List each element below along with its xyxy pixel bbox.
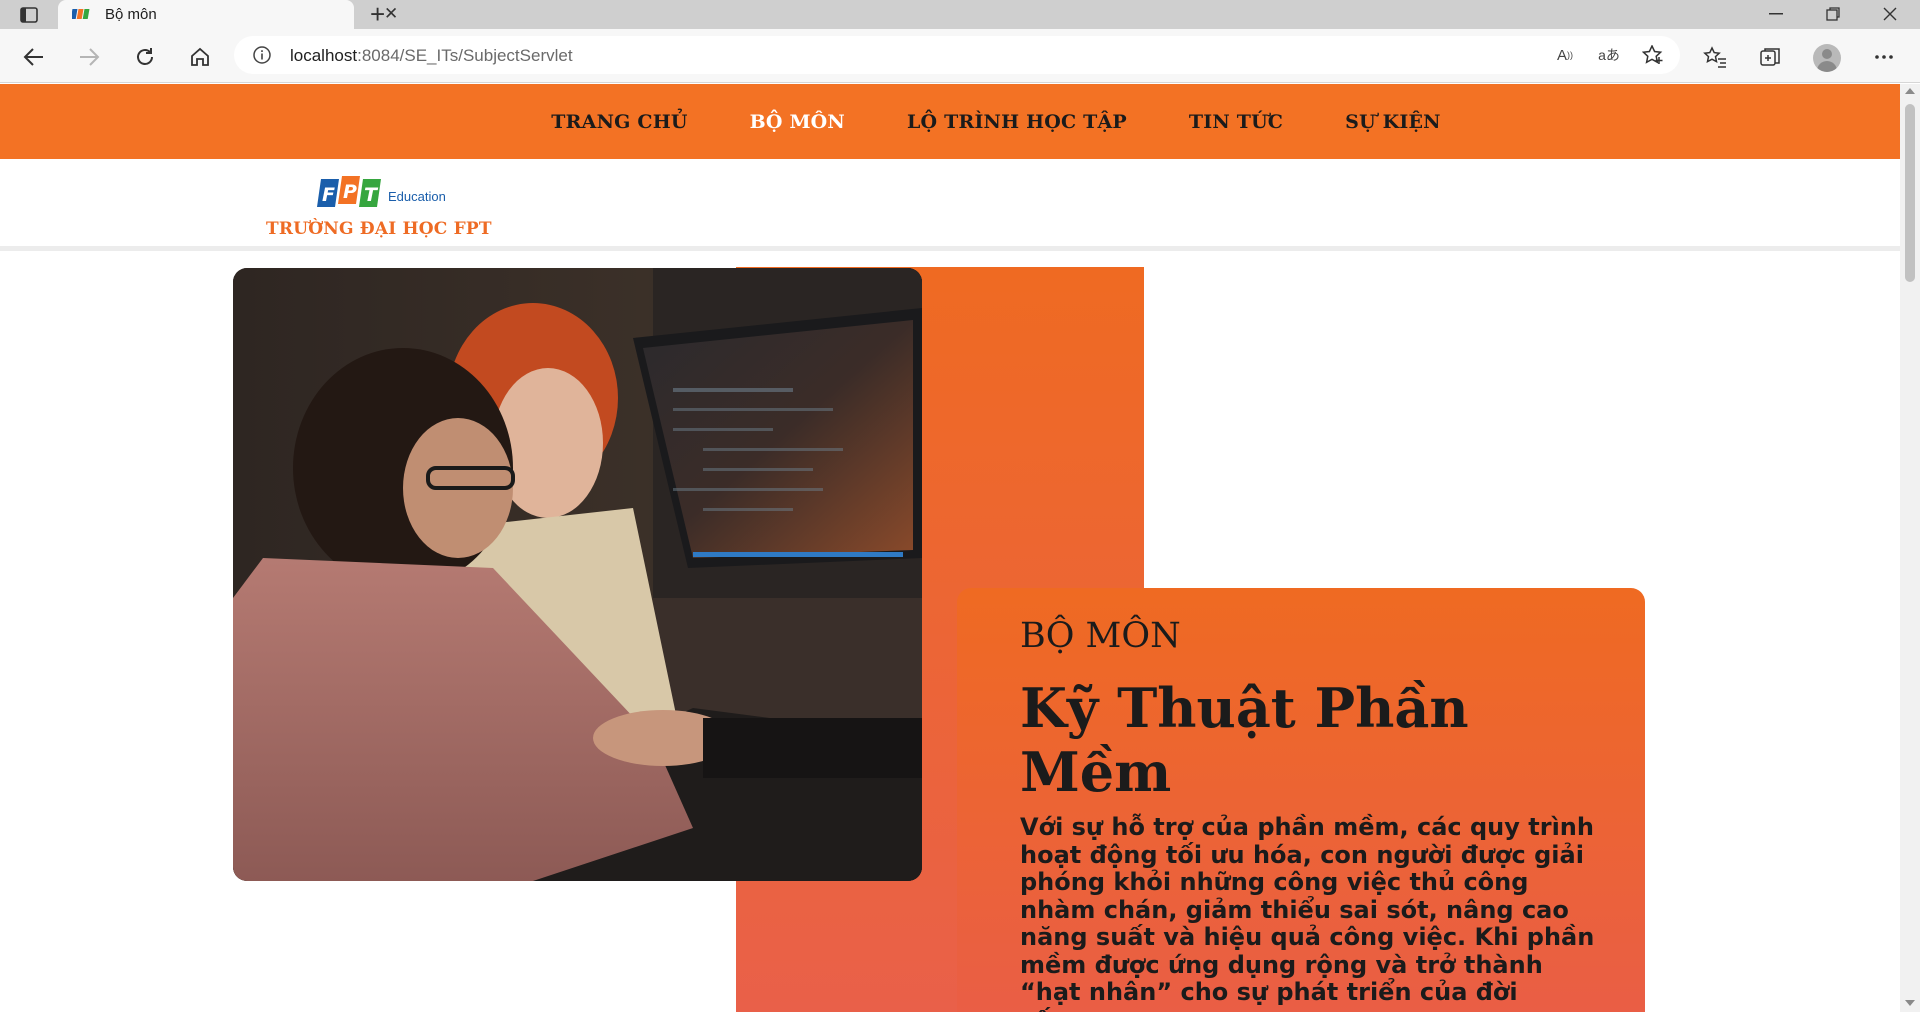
- browser-tab[interactable]: Bộ môn ✕: [58, 0, 398, 29]
- tab-title: Bộ môn: [105, 6, 157, 23]
- scroll-down-icon[interactable]: [1905, 1000, 1915, 1006]
- logo-letter-f: F: [322, 184, 335, 206]
- more-icon[interactable]: [1870, 43, 1898, 71]
- nav-home[interactable]: TRANG CHỦ: [551, 111, 687, 133]
- url-host: localhost: [290, 46, 358, 65]
- logo-education-text: Education: [388, 189, 446, 204]
- nav-news[interactable]: TIN TỨC: [1189, 111, 1283, 133]
- nav-subjects[interactable]: BỘ MÔN: [750, 111, 845, 133]
- hero-photo: [233, 268, 922, 881]
- translate-icon[interactable]: aあ: [1596, 44, 1622, 66]
- close-window-icon[interactable]: [1870, 2, 1910, 26]
- tab-actions-icon[interactable]: [14, 4, 44, 26]
- page-viewport: TRANG CHỦ BỘ MÔN LỘ TRÌNH HỌC TẬP TIN TỨ…: [0, 84, 1900, 1012]
- read-aloud-label: A: [1556, 46, 1567, 64]
- back-arrow-icon[interactable]: [20, 43, 48, 71]
- subject-title: Kỹ Thuật Phần Mềm: [1020, 676, 1469, 804]
- collections-icon[interactable]: [1756, 43, 1784, 71]
- browser-toolbar: localhost:8084/SE_ITs/SubjectServlet A))…: [0, 29, 1920, 83]
- scrollbar-thumb[interactable]: [1905, 104, 1915, 282]
- add-favorite-icon[interactable]: [1640, 44, 1666, 66]
- scroll-up-icon[interactable]: [1905, 88, 1915, 94]
- address-url[interactable]: localhost:8084/SE_ITs/SubjectServlet: [290, 46, 573, 66]
- profile-avatar[interactable]: [1813, 44, 1841, 72]
- info-icon[interactable]: [252, 45, 272, 70]
- restore-icon[interactable]: [1813, 2, 1853, 26]
- subject-description: Với sự hỗ trợ của phần mềm, các quy trìn…: [1020, 813, 1595, 1012]
- logo-letter-p: P: [343, 181, 357, 203]
- logo-letter-t: T: [364, 184, 379, 206]
- read-aloud-icon[interactable]: A)): [1552, 44, 1578, 66]
- forward-arrow-icon[interactable]: [75, 43, 103, 71]
- nav-learning-path[interactable]: LỘ TRÌNH HỌC TẬP: [907, 111, 1127, 133]
- site-navigation: TRANG CHỦ BỘ MÔN LỘ TRÌNH HỌC TẬP TIN TỨ…: [0, 84, 1900, 159]
- brand-header: F P T Education TRƯỜNG ĐẠI HỌC FPT: [0, 159, 1900, 251]
- minimize-icon[interactable]: [1756, 2, 1796, 26]
- refresh-icon[interactable]: [131, 43, 159, 71]
- school-name: TRƯỜNG ĐẠI HỌC FPT: [266, 219, 492, 239]
- url-path: :8084/SE_ITs/SubjectServlet: [357, 46, 573, 65]
- browser-tab-bar: Bộ môn ✕ +: [0, 0, 1920, 29]
- home-icon[interactable]: [186, 43, 214, 71]
- section-kicker: BỘ MÔN: [1020, 616, 1181, 656]
- new-tab-icon[interactable]: +: [370, 1, 385, 27]
- translate-label: aあ: [1598, 47, 1620, 63]
- address-bar[interactable]: localhost:8084/SE_ITs/SubjectServlet A))…: [234, 36, 1680, 74]
- page-scrollbar[interactable]: [1900, 84, 1920, 1012]
- nav-events[interactable]: SỰ KIỆN: [1345, 111, 1441, 133]
- favorites-icon[interactable]: [1701, 43, 1729, 71]
- close-tab-icon[interactable]: ✕: [384, 4, 398, 24]
- subject-card: BỘ MÔN Kỹ Thuật Phần Mềm Với sự hỗ trợ c…: [957, 588, 1645, 1012]
- fpt-favicon: [70, 6, 90, 22]
